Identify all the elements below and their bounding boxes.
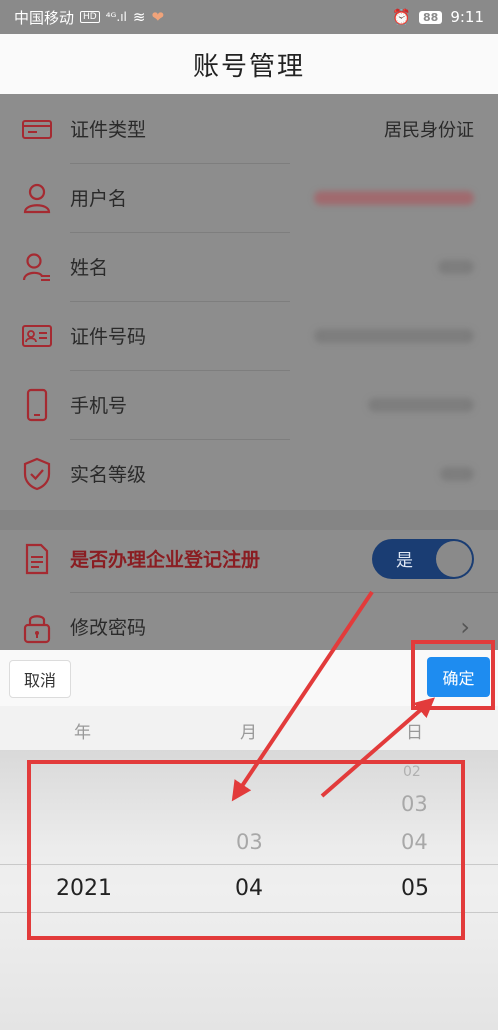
redacted-value (314, 190, 474, 205)
row-label: 用户名 (70, 188, 128, 210)
row-username[interactable]: 用户名 (0, 163, 498, 232)
day-option[interactable]: 03 (401, 792, 428, 816)
selection-line-bottom (0, 912, 498, 913)
redacted-value (438, 259, 474, 274)
heart-icon: ❤ (151, 8, 165, 26)
chevron-right-icon: › (460, 612, 470, 641)
document-icon (20, 542, 54, 576)
column-header-day: 日 (406, 723, 423, 743)
redacted-value (314, 328, 474, 343)
enterprise-toggle[interactable]: 是 (372, 538, 474, 579)
row-verification-level[interactable]: 实名等级 (0, 439, 498, 508)
row-phone[interactable]: 手机号 (0, 370, 498, 439)
day-option[interactable]: 04 (401, 830, 428, 854)
row-value: 居民身份证 (384, 119, 474, 141)
row-label: 证件号码 (70, 326, 147, 348)
page-title: 账号管理 (192, 51, 305, 82)
day-option[interactable]: 02 (403, 764, 421, 780)
redacted-value (440, 466, 474, 481)
picker-toolbar: 取消 确定 (0, 650, 498, 706)
battery-level: 88 (419, 10, 443, 24)
carrier-name: 中国移动 (14, 8, 75, 27)
column-header-month: 月 (240, 723, 257, 743)
row-label: 证件类型 (70, 119, 147, 141)
cancel-button[interactable]: 取消 (9, 660, 71, 698)
user-card-icon (20, 250, 54, 284)
day-selected[interactable]: 05 (401, 876, 429, 901)
shield-check-icon (20, 457, 54, 491)
row-name[interactable]: 姓名 (0, 232, 498, 301)
wifi-icon: ≋ (132, 8, 146, 26)
redacted-value (368, 397, 474, 412)
hd-badge: HD (80, 11, 100, 23)
id-number-icon (20, 319, 54, 353)
picker-wheel[interactable]: 02 03 03 04 2021 04 05 (0, 750, 498, 1030)
year-selected[interactable]: 2021 (56, 876, 112, 901)
status-bar: 中国移动 HD ⁴ᴳ.ıl ≋ ❤ ⏰ 88 9:11 (0, 0, 498, 34)
selection-line-top (0, 864, 498, 865)
signal-icon: ⁴ᴳ.ıl (105, 10, 127, 24)
phone-icon (20, 388, 54, 422)
row-label: 是否办理企业登记注册 (70, 549, 261, 571)
user-icon (20, 181, 54, 215)
picker-column-headers: 年 月 日 (0, 706, 498, 750)
lock-icon (20, 610, 54, 644)
month-option[interactable]: 03 (236, 830, 263, 854)
toggle-label: 是 (396, 551, 413, 571)
app-header: 账号管理 (0, 34, 498, 94)
date-picker: 取消 确定 年 月 日 02 03 03 04 2021 04 05 (0, 650, 498, 1030)
clock-time: 9:11 (450, 8, 484, 26)
row-id-number[interactable]: 证件号码 (0, 301, 498, 370)
row-label: 姓名 (70, 257, 109, 279)
row-id-type[interactable]: 证件类型 居民身份证 (0, 94, 498, 163)
row-label: 手机号 (70, 395, 128, 417)
row-label: 实名等级 (70, 464, 147, 486)
id-card-icon (20, 112, 54, 146)
row-label: 修改密码 (70, 617, 147, 639)
account-list: 证件类型 居民身份证 用户名 姓名 证件号码 手机号 实名等级 是否办理企业登记… (0, 94, 498, 650)
toggle-knob (436, 540, 472, 577)
alarm-icon: ⏰ (392, 8, 411, 26)
month-selected[interactable]: 04 (235, 876, 263, 901)
column-header-year: 年 (74, 723, 91, 743)
confirm-button[interactable]: 确定 (427, 657, 490, 697)
row-enterprise-registration: 是否办理企业登记注册 是 (0, 524, 498, 593)
